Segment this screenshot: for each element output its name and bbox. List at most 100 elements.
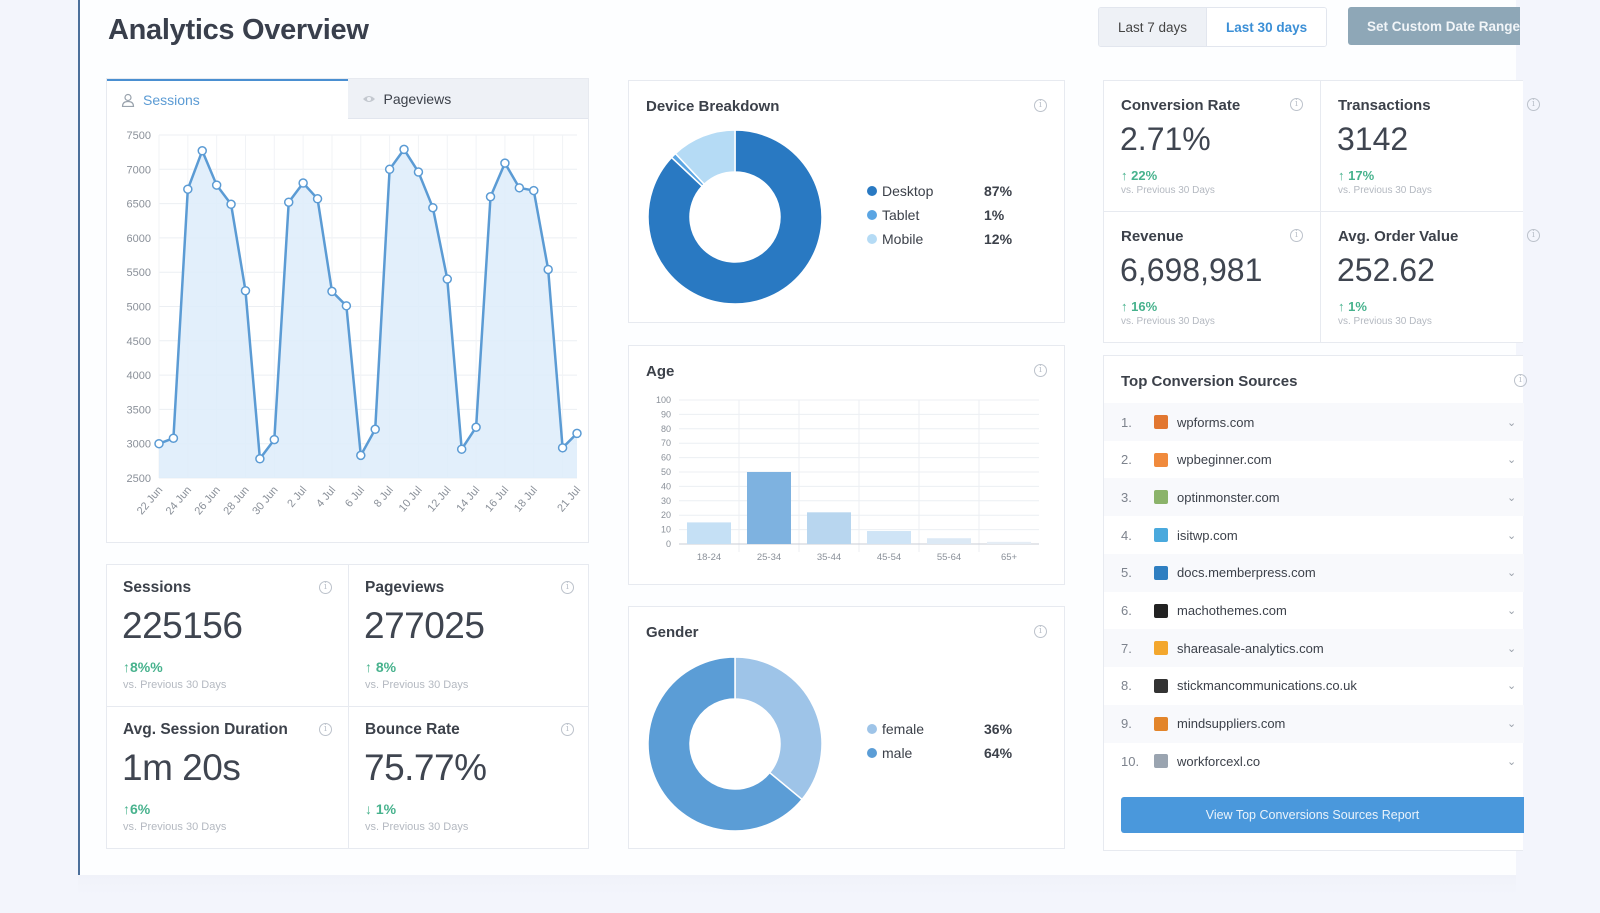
legend-value: 1% bbox=[984, 207, 1005, 223]
stat-value: 1m 20s bbox=[122, 747, 241, 788]
data-point bbox=[456, 444, 467, 454]
x-tick-label: 22 Jun bbox=[135, 484, 165, 517]
legend-item: Mobile 12% bbox=[867, 227, 1012, 251]
chevron-down-icon[interactable]: ⌄ bbox=[1507, 642, 1521, 655]
info-icon[interactable]: i bbox=[319, 723, 332, 736]
stat-value: 277025 bbox=[364, 605, 485, 646]
age-bar bbox=[987, 541, 1031, 544]
x-tick-label: 25-34 bbox=[757, 552, 781, 563]
stat-change-value: 8%% bbox=[130, 659, 163, 675]
stats-grid: Sessions i 225156 ↑8%% vs. Previous 30 D… bbox=[106, 564, 589, 849]
arrow-up-icon: ↑ bbox=[1121, 168, 1128, 183]
kpi-grid: Conversion Rate i 2.71% ↑ 22% vs. Previo… bbox=[1103, 80, 1540, 343]
x-tick-label: 28 Jun bbox=[221, 484, 251, 517]
stat-avg-session-duration: Avg. Session Duration i 1m 20s ↑6% vs. P… bbox=[107, 707, 348, 849]
device-breakdown-card: Device Breakdown i Desktop 87% Tablet 1% M… bbox=[628, 80, 1065, 323]
data-point bbox=[557, 443, 568, 453]
data-point bbox=[413, 167, 424, 177]
age-bar bbox=[687, 522, 731, 544]
data-point bbox=[399, 144, 409, 155]
legend-value: 12% bbox=[984, 231, 1013, 247]
legend-label: female bbox=[882, 721, 925, 737]
chevron-down-icon[interactable]: ⌄ bbox=[1507, 566, 1521, 579]
stat-comparison: vs. Previous 30 Days bbox=[123, 679, 227, 691]
kpi-transactions: Transactions i 3142 ↑ 17% vs. Previous 3… bbox=[1321, 81, 1540, 212]
legend-item: Tablet 1% bbox=[867, 203, 1012, 227]
legend-swatch bbox=[867, 210, 877, 220]
data-point bbox=[226, 199, 236, 210]
info-icon[interactable]: i bbox=[1527, 98, 1540, 111]
stat-change: ↑8%% bbox=[123, 659, 163, 675]
source-row[interactable]: 8. stickmancommunications.co.uk ⌄ bbox=[1104, 667, 1524, 705]
info-icon[interactable]: i bbox=[1290, 229, 1303, 242]
x-tick-label: 10 Jul bbox=[397, 484, 425, 514]
x-tick-label: 55-64 bbox=[937, 552, 961, 563]
globe-icon bbox=[1154, 754, 1168, 769]
x-tick-label: 24 Jun bbox=[164, 484, 194, 517]
card-title: Device Breakdown bbox=[646, 98, 780, 115]
info-icon[interactable]: i bbox=[561, 581, 574, 594]
kpi-conversion-rate: Conversion Rate i 2.71% ↑ 22% vs. Previo… bbox=[1104, 81, 1320, 212]
gender-card: Gender i female 36% male 64% bbox=[628, 606, 1065, 849]
source-row[interactable]: 1. wpforms.com ⌄ bbox=[1104, 403, 1524, 441]
x-tick-label: 21 Jul bbox=[555, 484, 583, 514]
tab-sessions[interactable]: Sessions bbox=[107, 79, 348, 119]
source-row[interactable]: 6. machothemes.com ⌄ bbox=[1104, 592, 1524, 630]
info-icon[interactable]: i bbox=[1290, 98, 1303, 111]
source-rank: 5. bbox=[1121, 565, 1132, 581]
x-tick-label: 26 Jun bbox=[193, 484, 223, 517]
source-row[interactable]: 3. optinmonster.com ⌄ bbox=[1104, 478, 1524, 517]
x-tick-label: 45-54 bbox=[877, 552, 901, 563]
info-icon[interactable]: i bbox=[1034, 364, 1047, 377]
chevron-down-icon[interactable]: ⌄ bbox=[1507, 604, 1521, 617]
card-title: Top Conversion Sources bbox=[1121, 373, 1298, 390]
source-row[interactable]: 9. mindsuppliers.com ⌄ bbox=[1104, 704, 1524, 743]
info-icon[interactable]: i bbox=[319, 581, 332, 594]
data-point bbox=[283, 197, 294, 207]
y-tick-label: 6000 bbox=[127, 233, 151, 245]
chevron-down-icon[interactable]: ⌄ bbox=[1507, 453, 1521, 466]
last-30-days-button[interactable]: Last 30 days bbox=[1207, 8, 1327, 46]
source-row[interactable]: 2. wpbeginner.com ⌄ bbox=[1104, 441, 1524, 479]
source-row[interactable]: 5. docs.memberpress.com ⌄ bbox=[1104, 553, 1524, 592]
info-icon[interactable]: i bbox=[1034, 99, 1047, 112]
y-tick-label: 4500 bbox=[127, 336, 151, 348]
chevron-down-icon[interactable]: ⌄ bbox=[1507, 416, 1521, 429]
tab-pageviews[interactable]: Pageviews bbox=[347, 79, 588, 119]
chevron-down-icon[interactable]: ⌄ bbox=[1507, 755, 1521, 768]
info-icon[interactable]: i bbox=[1034, 625, 1047, 638]
kpi-change: ↑ 1% bbox=[1338, 299, 1367, 314]
legend-label: Tablet bbox=[882, 207, 920, 223]
data-point bbox=[471, 422, 481, 432]
kpi-value: 2.71% bbox=[1120, 121, 1211, 157]
view-sources-report-button[interactable]: View Top Conversions Sources Report bbox=[1121, 797, 1524, 833]
stat-label: Avg. Session Duration bbox=[123, 721, 288, 738]
legend-swatch bbox=[867, 748, 877, 758]
source-rank: 4. bbox=[1121, 527, 1132, 543]
kpi-change-value: 17% bbox=[1348, 168, 1375, 183]
chevron-down-icon[interactable]: ⌄ bbox=[1507, 679, 1521, 692]
chevron-down-icon[interactable]: ⌄ bbox=[1507, 529, 1521, 542]
info-icon[interactable]: i bbox=[1527, 229, 1540, 242]
arrow-up-icon: ↑ bbox=[1338, 299, 1345, 314]
chevron-down-icon[interactable]: ⌄ bbox=[1507, 491, 1521, 504]
legend-item: male 64% bbox=[867, 741, 1012, 765]
data-point bbox=[341, 301, 352, 311]
source-row[interactable]: 10. workforcexl.co ⌄ bbox=[1104, 742, 1524, 780]
source-name: docs.memberpress.com bbox=[1177, 565, 1316, 581]
source-name: stickmancommunications.co.uk bbox=[1177, 678, 1357, 694]
chevron-down-icon[interactable]: ⌄ bbox=[1507, 717, 1521, 730]
stat-change-value: 6% bbox=[130, 801, 151, 817]
custom-date-range-button[interactable]: Set Custom Date Range bbox=[1348, 7, 1520, 45]
info-icon[interactable]: i bbox=[561, 723, 574, 736]
last-7-days-button[interactable]: Last 7 days bbox=[1099, 8, 1208, 46]
info-icon[interactable]: i bbox=[1514, 374, 1527, 387]
source-row[interactable]: 4. isitwp.com ⌄ bbox=[1104, 516, 1524, 554]
y-tick-label: 3500 bbox=[127, 404, 151, 416]
source-name: isitwp.com bbox=[1177, 527, 1238, 543]
age-card: Age i 0 10 20 30 40 50 60 70 80 90 100 18-24 25-34 35… bbox=[628, 345, 1065, 585]
source-row[interactable]: 7. shareasale-analytics.com ⌄ bbox=[1104, 629, 1524, 668]
kpi-comparison: vs. Previous 30 Days bbox=[1121, 316, 1215, 327]
slice-female bbox=[734, 656, 823, 801]
source-name: shareasale-analytics.com bbox=[1177, 640, 1324, 656]
